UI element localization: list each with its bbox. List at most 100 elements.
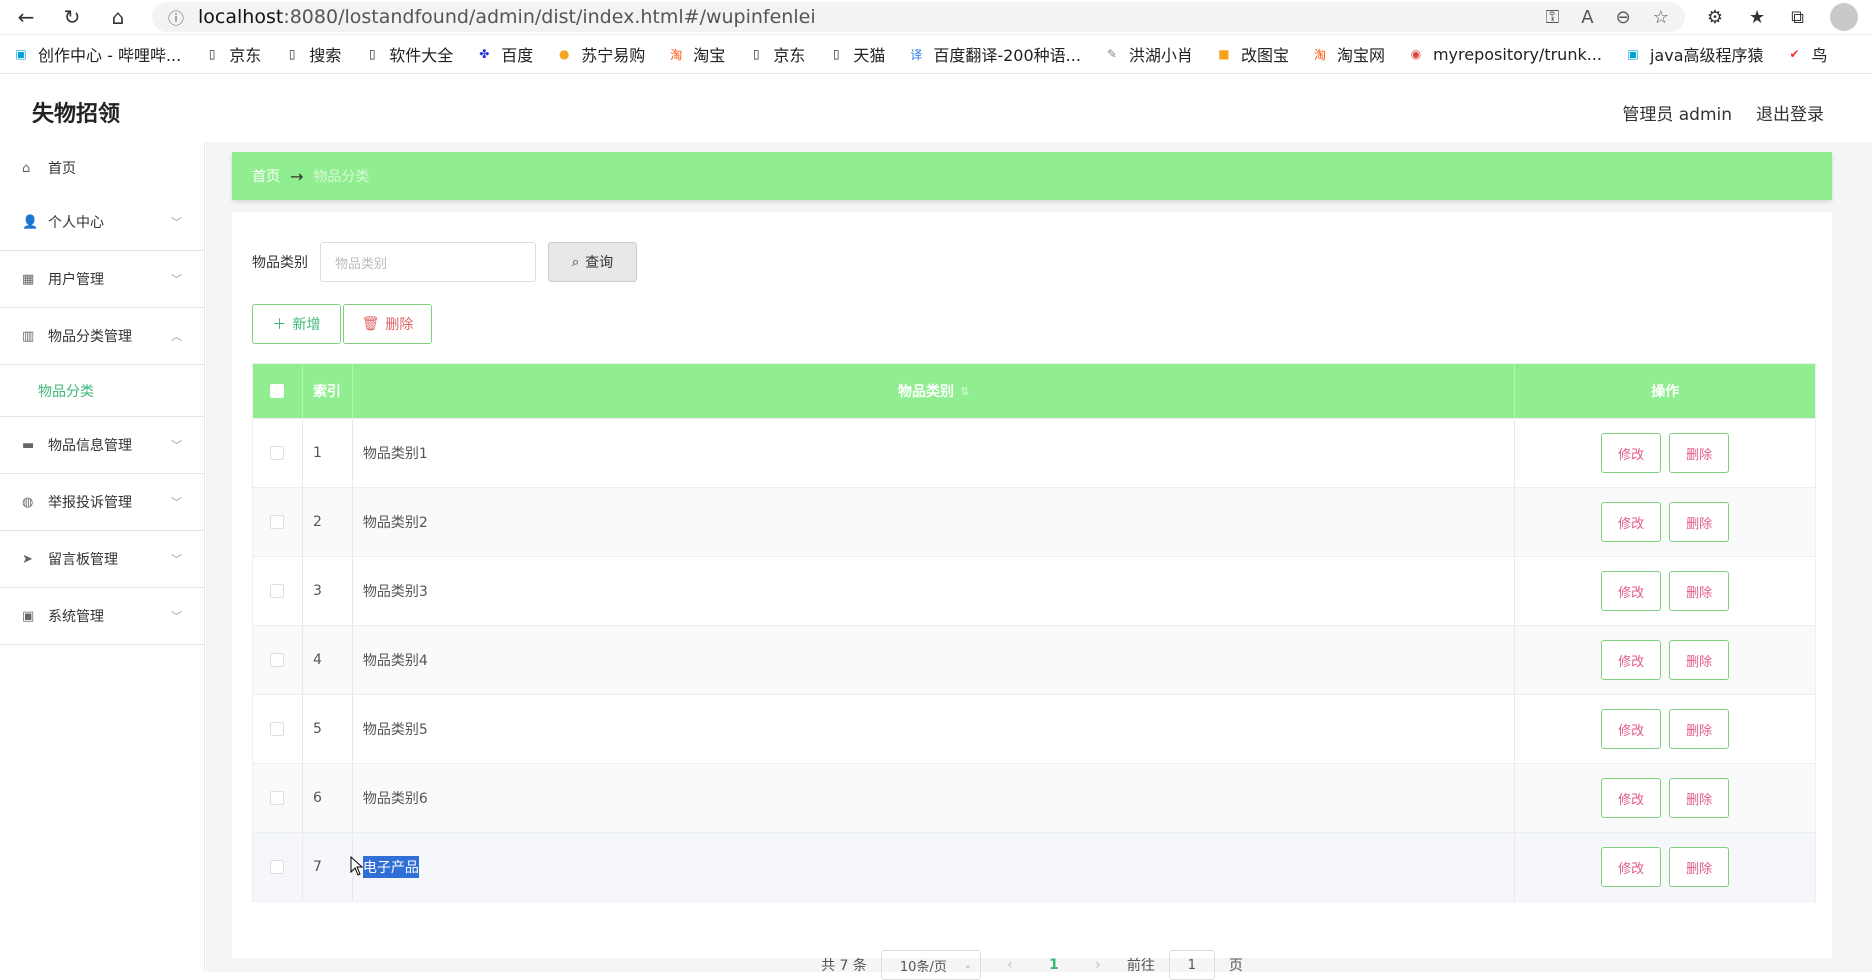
edit-button[interactable]: 修改: [1601, 709, 1662, 749]
sidebar-item-label: 用户管理: [48, 272, 104, 288]
breadcrumb-home[interactable]: 首页: [252, 166, 280, 186]
home-browser-icon[interactable]: ⌂: [106, 5, 130, 29]
header-category[interactable]: 物品类别 ⇅: [353, 364, 1516, 418]
edit-button[interactable]: 修改: [1601, 433, 1662, 473]
profile-avatar[interactable]: [1830, 3, 1858, 31]
info-icon[interactable]: ⓘ: [168, 5, 184, 29]
favorite-add-icon[interactable]: ☆: [1653, 7, 1669, 28]
bookmark-item[interactable]: ◉ myrepository/trunk...: [1407, 45, 1602, 64]
sidebar-item[interactable]: ➤ 留言板管理 ﹀: [0, 531, 204, 588]
delete-button[interactable]: 删除: [1669, 502, 1730, 542]
page-icon: ▯: [368, 47, 376, 61]
row-checkbox[interactable]: [270, 791, 285, 805]
bookmark-item[interactable]: ✎ 洪湖小肖: [1103, 42, 1193, 66]
bookmark-item[interactable]: ▣ java高级程序猿: [1624, 42, 1763, 66]
row-index: 6: [303, 764, 353, 832]
taobao-icon: 淘: [670, 47, 683, 62]
bulk-delete-label: 删除: [385, 317, 414, 333]
sidebar-item[interactable]: ▬ 物品信息管理 ﹀: [0, 417, 204, 474]
bookmark-label: 百度翻译-200种语...: [933, 46, 1081, 65]
row-category: 物品类别4: [353, 626, 1516, 694]
users-manage-icon: ▦: [22, 271, 35, 287]
sidebar-item[interactable]: 👤 个人中心 ﹀: [0, 194, 204, 251]
delete-button[interactable]: 删除: [1669, 847, 1730, 887]
bookmark-item[interactable]: ▯ 京东: [203, 42, 261, 66]
edit-button[interactable]: 修改: [1601, 571, 1662, 611]
bookmark-item[interactable]: ✔ 鸟: [1786, 42, 1827, 66]
header-index: 索引: [303, 364, 353, 418]
select-all-checkbox[interactable]: [270, 384, 285, 398]
sidebar-item[interactable]: ▥ 物品分类管理 ︿: [0, 308, 204, 365]
row-checkbox[interactable]: [270, 860, 285, 874]
row-actions: 修改 删除: [1515, 764, 1815, 832]
bookmark-item[interactable]: ▯ 天猫: [827, 42, 885, 66]
row-checkbox[interactable]: [270, 515, 285, 529]
delete-button[interactable]: 删除: [1669, 709, 1730, 749]
sidebar-subitem-active[interactable]: 物品分类: [0, 365, 204, 417]
edit-button[interactable]: 修改: [1601, 778, 1662, 818]
address-bar[interactable]: ⓘ localhost:8080/lostandfound/admin/dist…: [152, 2, 1685, 32]
bulk-delete-button[interactable]: 🗑 删除: [343, 304, 432, 344]
row-category-text: 物品类别2: [362, 515, 428, 531]
page-number-current[interactable]: 1: [1039, 957, 1069, 973]
next-page-icon[interactable]: ›: [1083, 957, 1113, 973]
sidebar-item[interactable]: ⌂ 首页: [0, 142, 204, 194]
bookmark-item[interactable]: ✤ 百度: [475, 42, 533, 66]
logout-link[interactable]: 退出登录: [1756, 100, 1824, 125]
row-category-text: 物品类别6: [362, 791, 428, 807]
favorites-icon[interactable]: ★: [1749, 7, 1765, 28]
delete-button[interactable]: 删除: [1669, 571, 1730, 611]
sidebar-item[interactable]: ▣ 系统管理 ﹀: [0, 588, 204, 645]
row-checkbox[interactable]: [270, 653, 285, 667]
delete-button[interactable]: 删除: [1669, 778, 1730, 818]
search-button[interactable]: ⌕ 查询: [548, 242, 637, 282]
row-category-text: 物品类别5: [362, 722, 428, 738]
reload-icon[interactable]: ↻: [60, 5, 84, 29]
edit-button[interactable]: 修改: [1601, 847, 1662, 887]
action-row: ＋ 新增 🗑 删除: [252, 304, 432, 344]
search-input[interactable]: 物品类别: [320, 242, 536, 282]
row-category-text: 物品类别1: [362, 446, 428, 462]
collections-icon[interactable]: ⧉: [1791, 7, 1804, 28]
translate-icon: 译: [910, 47, 923, 62]
prev-page-icon[interactable]: ‹: [995, 957, 1025, 973]
row-checkbox[interactable]: [270, 446, 285, 460]
category-table: 索引 物品类别 ⇅ 操作 1 物品类别1 修改 删除 2 物品类别2 修改 删除 3 物品类别3 修…: [252, 363, 1816, 902]
bookmark-label: 淘宝网: [1336, 46, 1385, 65]
add-button[interactable]: ＋ 新增: [252, 304, 341, 344]
bookmark-item[interactable]: ▣ 创作中心 - 哔哩哔...: [12, 42, 181, 66]
sidebar-item[interactable]: ▦ 用户管理 ﹀: [0, 251, 204, 308]
bookmark-item[interactable]: ▯ 搜索: [283, 42, 341, 66]
mouse-cursor-icon: [350, 856, 364, 876]
extensions-icon[interactable]: ⚙: [1707, 7, 1723, 28]
sidebar-item-label: 个人中心: [48, 215, 104, 231]
sidebar-item-label: 首页: [48, 161, 76, 177]
add-button-label: 新增: [292, 317, 321, 333]
delete-button[interactable]: 删除: [1669, 433, 1730, 473]
bookmark-item[interactable]: ● 苏宁易购: [555, 42, 645, 66]
chevron-down-icon: ﹀: [171, 439, 182, 452]
back-icon[interactable]: ←: [14, 5, 38, 29]
bird-icon: ✎: [1106, 47, 1117, 61]
bookmark-item[interactable]: ■ 改图宝: [1215, 42, 1289, 66]
row-checkbox[interactable]: [270, 722, 285, 736]
goto-page-input[interactable]: 1: [1168, 950, 1215, 980]
sidebar-item[interactable]: ◍ 举报投诉管理 ﹀: [0, 474, 204, 531]
row-category: 物品类别6: [353, 764, 1516, 832]
edit-button[interactable]: 修改: [1601, 640, 1662, 680]
sort-icon[interactable]: ⇅: [960, 385, 969, 398]
bookmark-item[interactable]: 淘淘宝网: [1311, 42, 1385, 66]
page-size-select[interactable]: 10条/页 ⌄: [880, 950, 981, 980]
key-icon[interactable]: ⚿: [1546, 7, 1560, 28]
bookmark-item[interactable]: ▯ 软件大全: [363, 42, 453, 66]
zoom-out-icon[interactable]: ⊖: [1616, 7, 1631, 28]
read-aloud-icon[interactable]: A: [1581, 7, 1593, 28]
goto-label: 前往: [1126, 958, 1155, 974]
edit-button[interactable]: 修改: [1601, 502, 1662, 542]
bookmark-item[interactable]: 淘淘宝: [667, 42, 725, 66]
breadcrumb: 首页 → 物品分类: [232, 152, 1832, 200]
bookmark-item[interactable]: ▯ 京东: [747, 42, 805, 66]
row-checkbox[interactable]: [270, 584, 285, 598]
bookmark-item[interactable]: 译百度翻译-200种语...: [907, 42, 1081, 66]
delete-button[interactable]: 删除: [1669, 640, 1730, 680]
